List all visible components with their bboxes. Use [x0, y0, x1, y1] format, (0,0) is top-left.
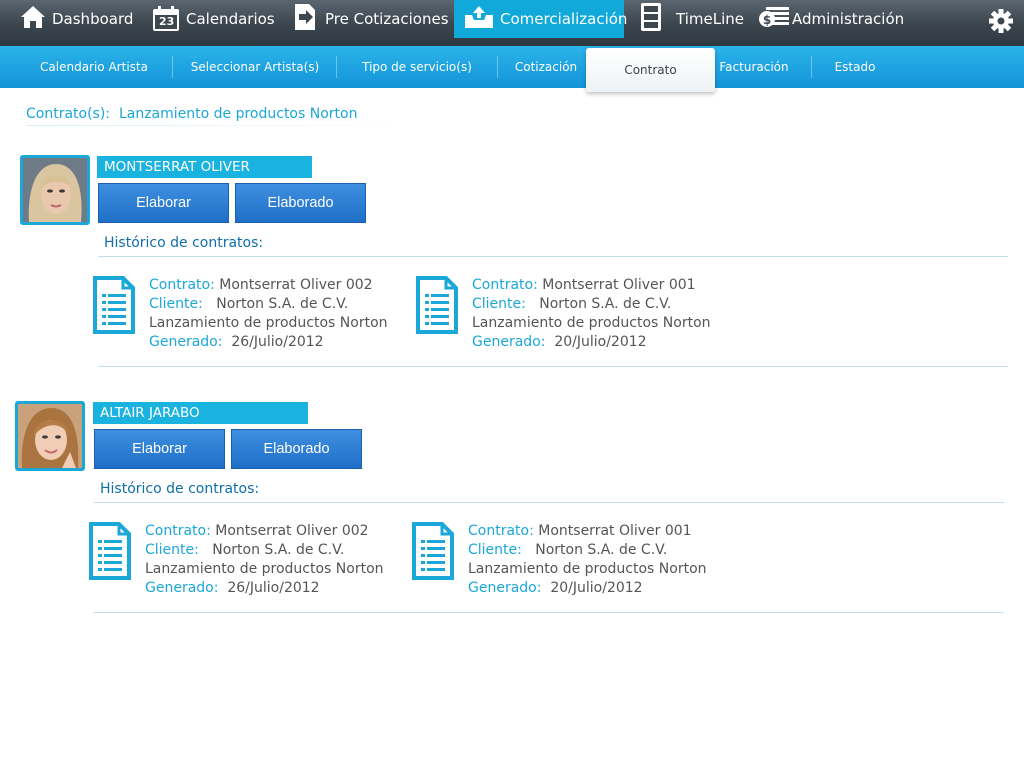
contrato-label: Contrato: — [149, 277, 215, 293]
contract-item[interactable]: Contrato: Montserrat Oliver 002 Cliente:… — [89, 522, 389, 602]
contract-item[interactable]: Contrato: Montserrat Oliver 001 Cliente:… — [412, 522, 712, 602]
document-icon — [412, 522, 454, 580]
cliente-value: Norton S.A. de C.V. — [212, 542, 345, 558]
contract-details: Contrato: Montserrat Oliver 002 Cliente:… — [149, 276, 388, 352]
artist-card: ALTAIR JARABO Elaborar Elaborado Históri… — [0, 0, 1024, 613]
generado-value: 20/Julio/2012 — [550, 580, 643, 596]
cliente-value: Norton S.A. de C.V. — [535, 542, 668, 558]
contract-details: Contrato: Montserrat Oliver 001 Cliente:… — [472, 276, 711, 352]
generado-label: Generado: — [149, 334, 223, 350]
generado-label: Generado: — [472, 334, 546, 350]
avatar — [15, 401, 85, 471]
document-icon — [416, 276, 458, 334]
contrato-value: Montserrat Oliver 002 — [219, 277, 373, 293]
divider — [98, 256, 1008, 257]
contrato-label: Contrato: — [145, 523, 211, 539]
divider — [94, 612, 1004, 613]
proyecto-value: Lanzamiento de productos Norton — [149, 315, 388, 331]
historico-label: Histórico de contratos: — [104, 235, 264, 251]
cliente-label: Cliente: — [149, 296, 203, 312]
historico-label: Histórico de contratos: — [100, 481, 260, 497]
contrato-value: Montserrat Oliver 002 — [215, 523, 369, 539]
contrato-label: Contrato: — [468, 523, 534, 539]
contract-item[interactable]: Contrato: Montserrat Oliver 001 Cliente:… — [416, 276, 716, 356]
proyecto-value: Lanzamiento de productos Norton — [472, 315, 711, 331]
contrato-value: Montserrat Oliver 001 — [538, 523, 692, 539]
artist-name: ALTAIR JARABO — [93, 402, 308, 424]
document-icon — [93, 276, 135, 334]
contrato-value: Montserrat Oliver 001 — [542, 277, 696, 293]
cliente-value: Norton S.A. de C.V. — [539, 296, 672, 312]
contrato-label: Contrato: — [472, 277, 538, 293]
divider — [94, 502, 1004, 503]
generado-value: 26/Julio/2012 — [227, 580, 320, 596]
elaborar-button[interactable]: Elaborar — [94, 429, 225, 469]
cliente-value: Norton S.A. de C.V. — [216, 296, 349, 312]
proyecto-value: Lanzamiento de productos Norton — [468, 561, 707, 577]
contract-item[interactable]: Contrato: Montserrat Oliver 002 Cliente:… — [93, 276, 393, 356]
cliente-label: Cliente: — [468, 542, 522, 558]
generado-label: Generado: — [145, 580, 219, 596]
divider — [98, 366, 1008, 367]
cliente-label: Cliente: — [145, 542, 199, 558]
cliente-label: Cliente: — [472, 296, 526, 312]
proyecto-value: Lanzamiento de productos Norton — [145, 561, 384, 577]
elaborado-button[interactable]: Elaborado — [231, 429, 362, 469]
generado-value: 26/Julio/2012 — [231, 334, 324, 350]
contract-details: Contrato: Montserrat Oliver 001 Cliente:… — [468, 522, 707, 598]
contract-details: Contrato: Montserrat Oliver 002 Cliente:… — [145, 522, 384, 598]
generado-label: Generado: — [468, 580, 542, 596]
document-icon — [89, 522, 131, 580]
generado-value: 20/Julio/2012 — [554, 334, 647, 350]
